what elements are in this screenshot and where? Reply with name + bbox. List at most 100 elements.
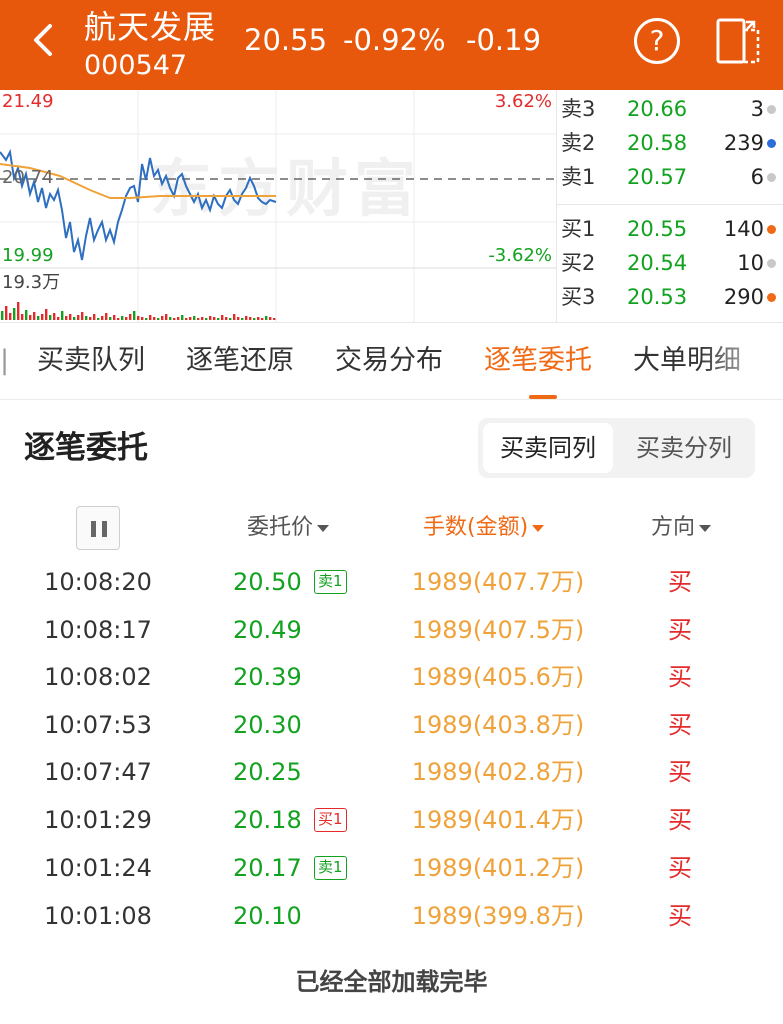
volume-bar — [265, 316, 268, 320]
bid-level-label: 买2 — [561, 251, 596, 275]
row-volume: 1989(405.6万) — [411, 663, 585, 691]
ask-row-2[interactable]: 卖2 20.58 239 — [557, 126, 783, 160]
row-time: 10:07:53 — [44, 711, 152, 739]
row-volume: 1989(402.8万) — [411, 758, 585, 786]
pause-button[interactable] — [76, 506, 120, 550]
chevron-left-icon — [34, 24, 52, 56]
dot-icon — [767, 293, 776, 302]
back-button[interactable] — [24, 18, 64, 62]
volume-bar — [245, 316, 248, 320]
volume-bar — [217, 318, 220, 320]
volume-bar — [57, 317, 60, 320]
table-row[interactable]: 10:07:53 20.30 1989(403.8万) 买 — [0, 701, 783, 749]
bid-row-3[interactable]: 买3 20.53 290 — [557, 280, 783, 314]
volume-bar — [29, 315, 32, 320]
toggle-same-column[interactable]: 买卖同列 — [483, 423, 613, 473]
dot-icon — [767, 225, 776, 234]
row-time: 10:01:24 — [44, 854, 152, 882]
sort-by-price[interactable]: 委托价 — [247, 512, 330, 544]
row-direction: 买 — [668, 758, 692, 786]
volume-bar — [253, 318, 256, 320]
table-row[interactable]: 10:01:29 20.18 买1 1989(401.4万) 买 — [0, 796, 783, 844]
volume-bar — [33, 312, 36, 320]
table-row[interactable]: 10:08:20 20.50 卖1 1989(407.7万) 买 — [0, 558, 783, 606]
volume-bar — [229, 318, 232, 320]
volume-bar — [9, 313, 12, 320]
tab-partial-left[interactable]: | — [0, 343, 9, 379]
row-volume: 1989(407.7万) — [411, 568, 585, 596]
caret-down-icon — [317, 524, 330, 532]
tab-order-queue[interactable]: 买卖队列 — [37, 343, 145, 379]
volume-bar — [181, 315, 184, 320]
volume-bar — [129, 314, 132, 320]
volume-bar — [257, 317, 260, 320]
table-row[interactable]: 10:08:17 20.49 1989(407.5万) 买 — [0, 606, 783, 654]
volume-label: 19.3万 — [2, 272, 61, 293]
dot-icon — [767, 259, 776, 268]
row-volume: 1989(407.5万) — [411, 616, 585, 644]
volume-bar — [113, 315, 116, 320]
sort-by-direction[interactable]: 方向 — [651, 512, 712, 544]
volume-bar — [117, 318, 120, 320]
detail-tabs: | 买卖队列 逐笔还原 交易分布 逐笔委托 大单明细 — [0, 322, 783, 400]
question-circle-icon[interactable]: ? — [634, 18, 680, 64]
header-price: 委托价 — [247, 515, 314, 540]
ask-row-3[interactable]: 卖3 20.66 3 — [557, 92, 783, 126]
row-direction: 买 — [668, 663, 692, 691]
intraday-chart[interactable]: 东方财富 21.49 3.62% 20.74 19.99 -3.62% 19.3… — [0, 90, 556, 322]
bid-row-1[interactable]: 买1 20.55 140 — [557, 212, 783, 246]
volume-bar — [89, 317, 92, 320]
volume-bar — [249, 317, 252, 320]
bid-price: 20.55 — [627, 217, 688, 241]
volume-bar — [141, 317, 144, 320]
row-direction: 买 — [668, 902, 692, 930]
bid-price: 20.54 — [627, 251, 688, 275]
tab-tick-orders[interactable]: 逐笔委托 — [484, 343, 592, 379]
volume-bar — [61, 311, 64, 320]
row-time: 10:08:20 — [44, 568, 152, 596]
layout-toggle: 买卖同列 买卖分列 — [478, 418, 755, 478]
volume-bar — [53, 313, 56, 320]
row-queue-tag: 卖1 — [314, 570, 347, 594]
tab-trade-distribution[interactable]: 交易分布 — [335, 343, 443, 379]
bid-row-2[interactable]: 买2 20.54 10 — [557, 246, 783, 280]
dot-icon — [767, 139, 776, 148]
table-row[interactable]: 10:01:24 20.17 卖1 1989(401.2万) 买 — [0, 844, 783, 892]
volume-bar — [165, 314, 168, 320]
row-time: 10:01:29 — [44, 806, 152, 834]
row-volume: 1989(401.4万) — [411, 806, 585, 834]
section-title: 逐笔委托 — [24, 430, 148, 466]
volume-bar — [65, 316, 68, 320]
row-price: 20.25 — [233, 758, 302, 786]
row-price: 20.30 — [233, 711, 302, 739]
high-price-label: 21.49 — [2, 91, 54, 112]
row-time: 10:08:02 — [44, 663, 152, 691]
toggle-split-column[interactable]: 买卖分列 — [618, 423, 750, 473]
sort-by-volume[interactable]: 手数(金额) — [423, 512, 545, 544]
volume-bar — [213, 317, 216, 320]
volume-bar — [17, 302, 20, 320]
row-time: 10:07:47 — [44, 758, 152, 786]
table-row[interactable]: 10:08:02 20.39 1989(405.6万) 买 — [0, 653, 783, 701]
ask-row-1[interactable]: 卖1 20.57 6 — [557, 160, 783, 194]
volume-bar — [233, 314, 236, 320]
bid-level-label: 买1 — [561, 217, 596, 241]
ask-price: 20.57 — [627, 165, 688, 189]
high-pct-label: 3.62% — [494, 91, 552, 112]
row-price: 20.50 — [233, 568, 302, 596]
bid-level-label: 买3 — [561, 285, 596, 309]
volume-bar — [161, 316, 164, 320]
volume-bar — [201, 317, 204, 320]
volume-bar — [125, 317, 128, 320]
volume-bar — [157, 318, 160, 320]
landscape-switch-icon[interactable] — [714, 16, 762, 66]
volume-bar — [237, 317, 240, 320]
volume-bar — [273, 318, 276, 320]
volume-bar — [49, 315, 52, 320]
table-row[interactable]: 10:01:08 20.10 1989(399.8万) 买 — [0, 892, 783, 940]
stock-code: 000547 — [84, 50, 188, 81]
volume-bar — [13, 308, 16, 320]
tab-tick-restore[interactable]: 逐笔还原 — [186, 343, 294, 379]
volume-bar — [145, 318, 148, 320]
table-row[interactable]: 10:07:47 20.25 1989(402.8万) 买 — [0, 748, 783, 796]
